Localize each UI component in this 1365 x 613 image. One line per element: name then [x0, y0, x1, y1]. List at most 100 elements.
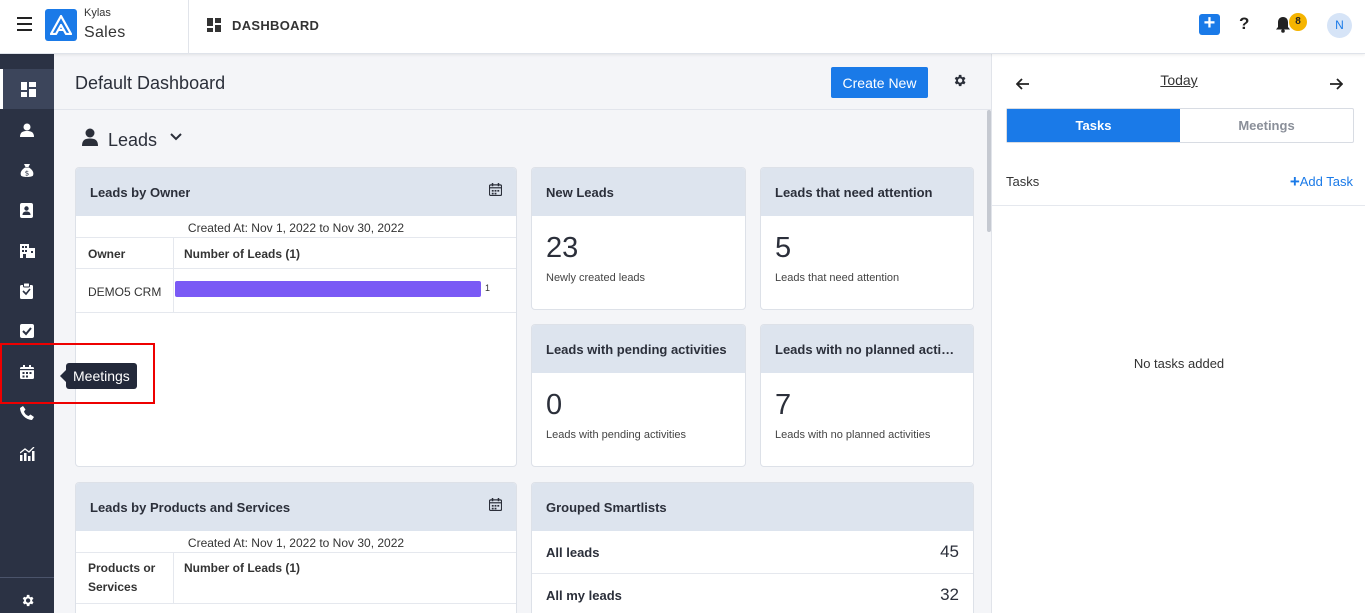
- phone-icon: [20, 406, 34, 420]
- list-item[interactable]: All leads 45: [532, 531, 973, 574]
- card-header: Leads with no planned activities: [761, 325, 973, 373]
- bar-value-label: 1: [485, 283, 491, 293]
- column-header-count: Number of Leads (1): [184, 247, 301, 261]
- sidebar-item-contacts[interactable]: [0, 190, 54, 230]
- date-range-label: Created At: Nov 1, 2022 to Nov 30, 2022: [187, 536, 405, 550]
- sidebar-item-tasks-list[interactable]: [0, 270, 54, 310]
- leads-section-selector[interactable]: Leads: [82, 128, 182, 151]
- card-title: Leads that need attention: [775, 185, 933, 200]
- user-icon: [20, 123, 34, 137]
- task-meeting-tabs: Tasks Meetings: [1006, 108, 1354, 143]
- tab-meetings[interactable]: Meetings: [1180, 109, 1353, 142]
- money-bag-icon: $: [20, 164, 34, 178]
- stat-value: 5: [775, 232, 792, 264]
- smartlist-count: 32: [940, 585, 959, 604]
- checkbox-icon: [20, 324, 34, 338]
- calendar-icon[interactable]: [489, 183, 502, 196]
- stat-value: 0: [546, 389, 563, 421]
- help-icon[interactable]: ?: [1239, 14, 1249, 34]
- lead-count-bar[interactable]: [175, 281, 481, 297]
- plus-icon: +: [1289, 172, 1300, 191]
- date-range-label: Created At: Nov 1, 2022 to Nov 30, 2022: [187, 221, 405, 235]
- svg-text:$: $: [25, 170, 29, 178]
- dashboard-icon: [21, 82, 36, 97]
- column-header-products: Products or: [88, 561, 156, 575]
- brand-name: Kylas: [84, 7, 111, 19]
- smartlist-label: All leads: [546, 545, 600, 560]
- leads-attention-card[interactable]: Leads that need attention 5 Leads that n…: [760, 167, 974, 310]
- column-header-count: Number of Leads (1): [184, 561, 301, 575]
- sidebar-item-settings[interactable]: [0, 584, 54, 613]
- page-title: Default Dashboard: [75, 73, 226, 93]
- divider: [188, 0, 189, 54]
- quick-add-button[interactable]: +: [1199, 13, 1220, 35]
- dashboard-header: Default Dashboard Create New: [54, 54, 991, 110]
- chevron-down-icon: [170, 133, 182, 141]
- stat-description: Newly created leads: [546, 272, 646, 284]
- card-header: Leads by Products and Services: [76, 483, 516, 531]
- section-title: Leads: [108, 130, 158, 150]
- report-chart-icon: [20, 447, 35, 461]
- leads-by-owner-card: Leads by Owner Created At: Nov 1, 2022 t…: [75, 167, 517, 467]
- card-title: Leads with pending activities: [546, 342, 727, 357]
- stat-value: 7: [775, 389, 792, 421]
- list-item[interactable]: All my leads 32: [532, 574, 973, 613]
- tasks-heading: Tasks: [1006, 174, 1040, 189]
- sidebar-item-dashboard[interactable]: [0, 69, 54, 109]
- kylas-logo-icon[interactable]: [45, 9, 77, 41]
- add-task-label: Add Task: [1299, 174, 1353, 189]
- sidebar-item-reports[interactable]: [0, 434, 54, 474]
- card-header: New Leads: [532, 168, 745, 216]
- column-header-owner: Owner: [88, 247, 126, 261]
- date-label[interactable]: Today: [992, 72, 1365, 88]
- sidebar-item-deals[interactable]: $: [0, 150, 54, 190]
- left-sidebar: $: [0, 54, 54, 613]
- new-leads-card[interactable]: New Leads 23 Newly created leads: [531, 167, 746, 310]
- stat-description: Leads with pending activities: [546, 429, 687, 441]
- tab-tasks[interactable]: Tasks: [1007, 109, 1180, 142]
- hamburger-menu-icon[interactable]: [17, 17, 32, 31]
- card-header: Leads that need attention: [761, 168, 973, 216]
- card-header: Leads by Owner: [76, 168, 516, 216]
- stat-description: Leads that need attention: [775, 272, 900, 284]
- sidebar-item-leads[interactable]: [0, 110, 54, 150]
- right-panel: Today Tasks Meetings Tasks +Add Task No …: [991, 54, 1365, 613]
- card-title: Leads by Products and Services: [90, 500, 291, 515]
- leads-pending-activities-card[interactable]: Leads with pending activities 0 Leads wi…: [531, 324, 746, 467]
- user-icon: [82, 128, 98, 146]
- notification-badge[interactable]: 8: [1289, 13, 1307, 31]
- divider: [992, 205, 1365, 206]
- brand-product: Sales: [84, 24, 126, 41]
- card-title: New Leads: [546, 185, 614, 200]
- card-title: Leads by Owner: [90, 185, 191, 200]
- sidebar-divider: [0, 577, 54, 578]
- empty-state-text: No tasks added: [1133, 356, 1225, 371]
- stat-value: 23: [546, 232, 579, 264]
- grouped-smartlists-card: Grouped Smartlists All leads 45 All my l…: [531, 482, 974, 613]
- page-section-title: DASHBOARD: [232, 18, 320, 33]
- table-header: Products or Services Number of Leads (1): [76, 552, 516, 604]
- building-icon: [20, 244, 35, 258]
- leads-no-planned-card[interactable]: Leads with no planned activities 7 Leads…: [760, 324, 974, 467]
- contact-card-icon: [20, 203, 33, 218]
- sidebar-item-companies[interactable]: [0, 230, 54, 270]
- owner-name: DEMO5 CRM: [88, 285, 162, 299]
- create-new-button[interactable]: Create New: [831, 67, 928, 98]
- card-header: Grouped Smartlists: [532, 483, 973, 531]
- avatar[interactable]: N: [1327, 13, 1352, 38]
- top-bar: Kylas Sales DASHBOARD + ? 8 N: [0, 0, 1365, 54]
- smartlist-label: All my leads: [546, 588, 622, 603]
- add-task-button[interactable]: +Add Task: [1290, 172, 1353, 192]
- card-header: Leads with pending activities: [532, 325, 745, 373]
- calendar-icon[interactable]: [489, 498, 502, 511]
- card-title: Grouped Smartlists: [546, 500, 667, 515]
- table-row[interactable]: DEMO5 CRM 1: [76, 269, 516, 313]
- dashboard-grid-icon: [207, 18, 221, 32]
- settings-icon: [22, 594, 34, 607]
- table-header: Owner Number of Leads (1): [76, 237, 516, 269]
- gear-icon[interactable]: [952, 73, 967, 88]
- clipboard-icon: [20, 283, 33, 299]
- card-title: Leads with no planned activities: [775, 342, 959, 357]
- smartlist-count: 45: [940, 542, 959, 561]
- arrow-right-icon[interactable]: [1329, 78, 1343, 90]
